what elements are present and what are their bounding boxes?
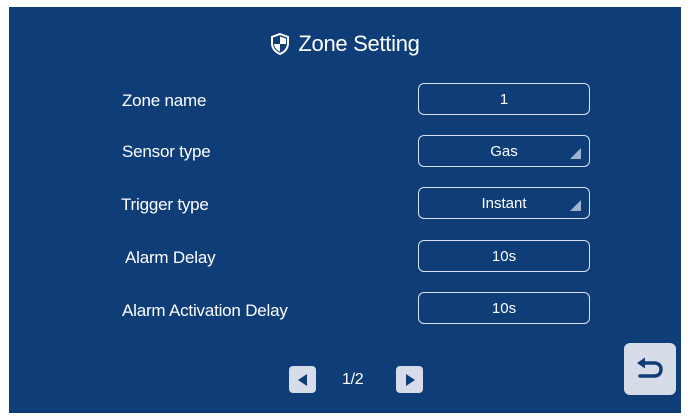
zone-setting-screen: Zone Setting Zone name 1 Sensor type Gas… [9,7,681,413]
alarm-activation-delay-label: Alarm Activation Delay [122,301,288,320]
trigger-type-value: Instant [481,194,527,212]
zone-name-label: Zone name [122,91,207,110]
zone-name-value: 1 [499,90,509,108]
alarm-activation-delay-value: 10s [491,299,517,317]
triangle-left-icon [297,373,307,386]
trigger-type-label: Trigger type [121,195,209,214]
zone-name-field[interactable]: 1 [418,83,590,115]
shield-icon [271,33,290,55]
dropdown-arrow-icon [570,148,581,159]
page-indicator: 1/2 [342,371,364,388]
sensor-type-value: Gas [490,142,518,160]
alarm-activation-delay-field[interactable]: 10s [418,292,590,324]
dropdown-arrow-icon [570,200,581,211]
back-button[interactable] [624,343,676,395]
trigger-type-select[interactable]: Instant [418,187,590,219]
page-title-text: Zone Setting [298,31,420,56]
triangle-right-icon [405,373,415,386]
next-page-button[interactable] [396,366,423,393]
page-title: Zone Setting [9,31,681,57]
alarm-delay-value: 10s [491,247,517,265]
alarm-delay-label: Alarm Delay [125,248,216,267]
sensor-type-select[interactable]: Gas [418,135,590,167]
previous-page-button[interactable] [289,366,316,393]
sensor-type-label: Sensor type [122,142,211,161]
alarm-delay-field[interactable]: 10s [418,240,590,272]
return-arrow-icon [637,357,663,378]
